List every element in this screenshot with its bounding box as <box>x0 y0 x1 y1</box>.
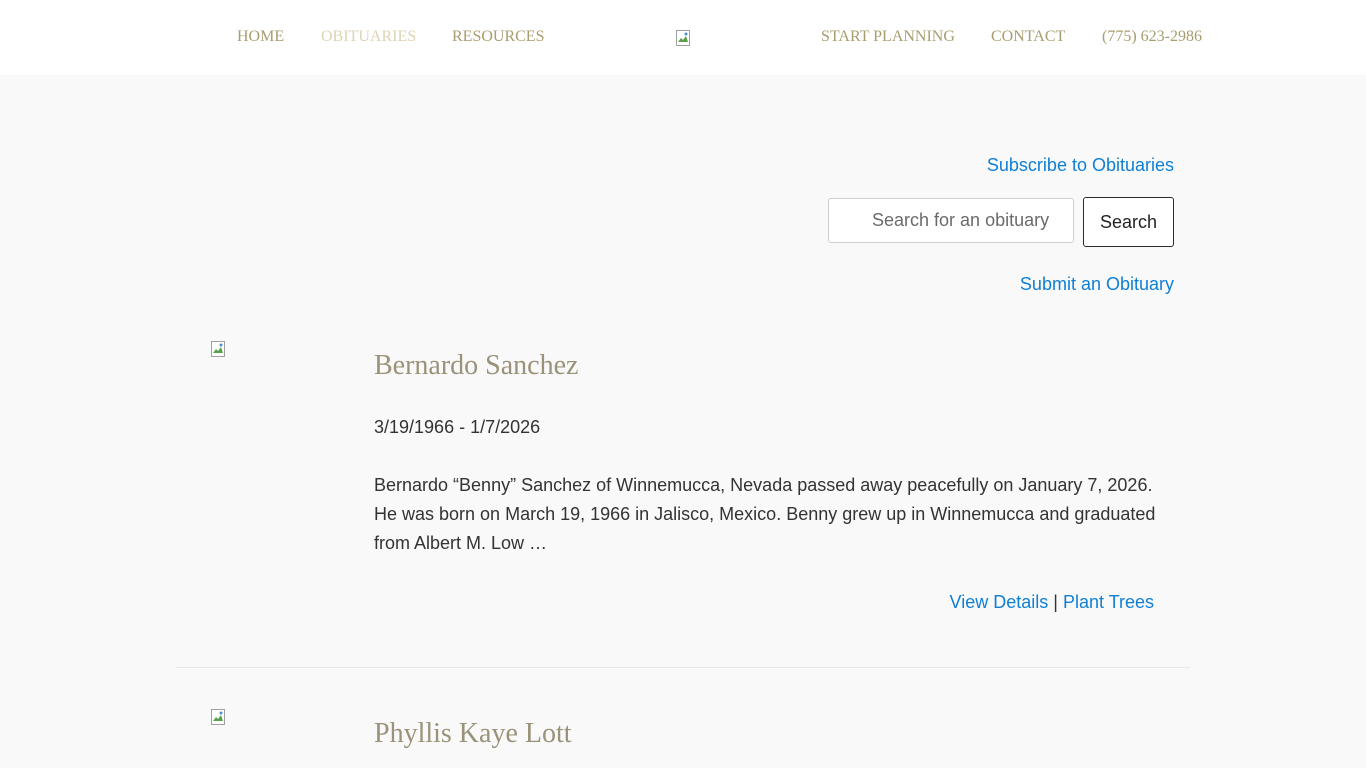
obituary-search-input[interactable] <box>828 198 1074 243</box>
obituary-name[interactable]: Bernardo Sanchez <box>374 350 578 382</box>
view-details-link[interactable]: View Details <box>950 592 1049 612</box>
nav-contact-link[interactable]: CONTACT <box>991 28 1065 46</box>
broken-image-icon <box>211 341 225 357</box>
obituary-photo[interactable] <box>211 341 227 357</box>
search-button[interactable]: Search <box>1083 197 1174 247</box>
subscribe-obituaries-link[interactable]: Subscribe to Obituaries <box>987 155 1174 176</box>
site-logo[interactable] <box>676 30 692 46</box>
nav-phone-link[interactable]: (775) 623-2986 <box>1102 28 1202 46</box>
plant-trees-link[interactable]: Plant Trees <box>1063 592 1154 612</box>
link-separator: | <box>1053 592 1058 612</box>
nav-obituaries-link[interactable]: OBITUARIES <box>321 28 416 46</box>
nav-start-planning-link[interactable]: START PLANNING <box>821 28 955 46</box>
obituary-excerpt: Bernardo “Benny” Sanchez of Winnemucca, … <box>374 475 1156 553</box>
obituary-name[interactable]: Phyllis Kaye Lott <box>374 718 572 750</box>
nav-home-link[interactable]: HOME <box>237 28 284 46</box>
nav-resources-link[interactable]: RESOURCES <box>452 28 544 46</box>
top-navigation: HOME OBITUARIES RESOURCES START PLANNING… <box>0 0 1366 75</box>
broken-image-icon <box>676 30 690 46</box>
broken-image-icon <box>211 709 225 725</box>
obituary-links: View Details | Plant Trees <box>950 592 1154 613</box>
obituary-divider <box>176 667 1190 668</box>
obituary-photo[interactable] <box>211 709 227 725</box>
submit-obituary-link[interactable]: Submit an Obituary <box>1020 274 1174 295</box>
obituary-dates: 3/19/1966 - 1/7/2026 <box>374 417 541 437</box>
